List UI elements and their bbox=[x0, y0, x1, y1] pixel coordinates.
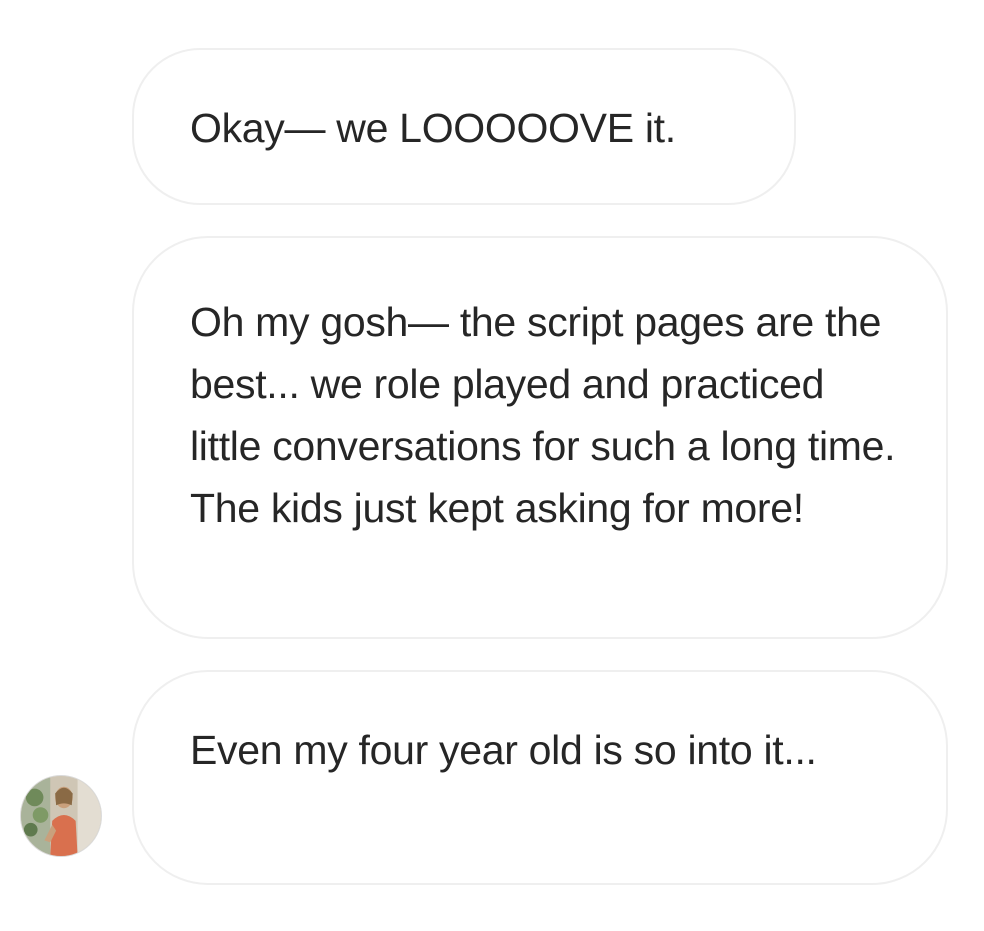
message-text: Even my four year old is so into it... bbox=[190, 727, 817, 773]
message-bubble[interactable]: Even my four year old is so into it... bbox=[132, 670, 948, 885]
message-bubble[interactable]: Oh my gosh— the script pages are the bes… bbox=[132, 236, 948, 639]
message-bubble[interactable]: Okay— we LOOOOOVE it. bbox=[132, 48, 796, 205]
message-thread: Okay— we LOOOOOVE it. Oh my gosh— the sc… bbox=[0, 0, 984, 931]
avatar-photo-icon bbox=[21, 776, 101, 856]
message-text: Oh my gosh— the script pages are the bes… bbox=[190, 299, 896, 531]
sender-avatar[interactable] bbox=[20, 775, 102, 857]
message-text: Okay— we LOOOOOVE it. bbox=[190, 105, 676, 151]
